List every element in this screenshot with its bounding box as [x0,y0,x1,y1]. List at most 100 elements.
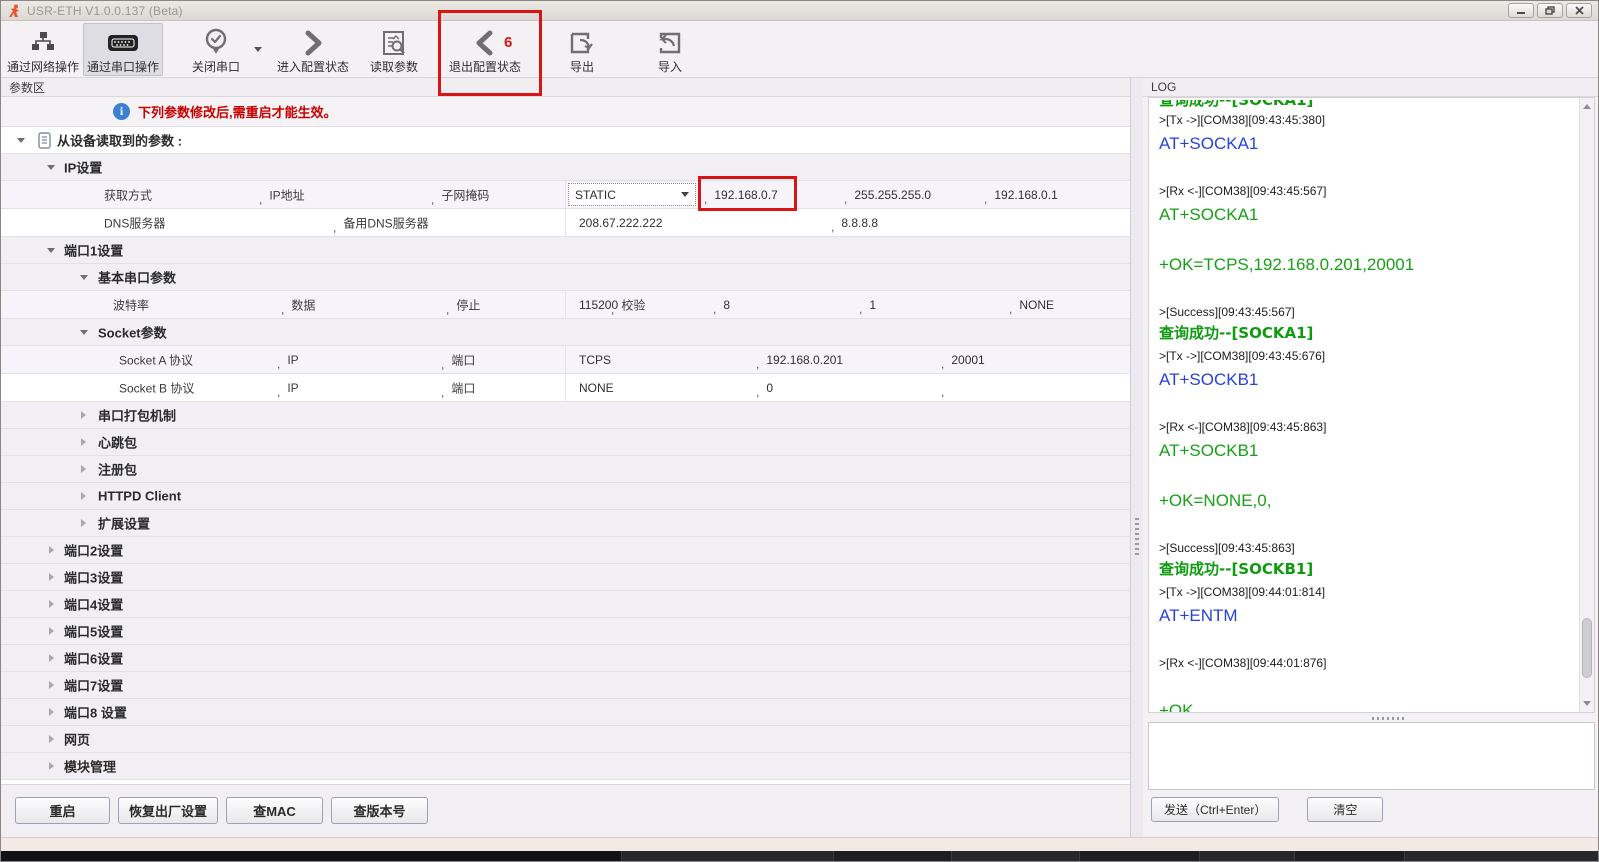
group-row-webpage[interactable]: 网页 [1,726,1130,753]
expand-arrow-icon[interactable] [49,627,54,635]
subgroup-row-serial[interactable]: 基本串口参数 [1,264,1130,291]
subgroup-row-heartbeat[interactable]: 心跳包 [1,429,1130,456]
separator: , [756,357,759,371]
ip-address-field[interactable]: ,192.168.0.7 [704,188,778,202]
parameter-actions: 重启 恢复出厂设置 查MAC 查版本号 [1,784,1130,837]
dns-field[interactable]: 208.67.222.222 [579,216,662,230]
group-row-module-mgmt[interactable]: 模块管理 [1,753,1130,780]
separator: , [431,192,434,206]
expand-arrow-icon[interactable] [49,762,54,770]
parity-field[interactable]: ,NONE [1009,298,1054,312]
subgroup-row-httpd[interactable]: HTTPD Client [1,483,1130,510]
restart-button[interactable]: 重启 [15,797,110,824]
socket-b-protocol-field[interactable]: NONE [579,381,614,395]
gateway-field[interactable]: ,192.168.0.1 [984,188,1058,202]
vertical-splitter[interactable] [1131,78,1143,837]
subgroup-row-register[interactable]: 注册包 [1,456,1130,483]
subgroup-row-extended[interactable]: 扩展设置 [1,510,1130,537]
toolbar: 通过网络操作 通过串口操作 关闭串口 进入配置状态 读取参数 [1,21,1598,78]
expand-arrow-icon[interactable] [49,546,54,554]
scroll-down-icon[interactable] [1583,701,1591,706]
toolbar-button-network-mode[interactable]: 通过网络操作 [3,23,83,76]
log-line-rx: +OK=NONE,0, [1159,491,1570,511]
tree-root-row[interactable]: 从设备读取到的参数 : [1,127,1130,154]
acquire-mode-dropdown[interactable]: STATIC [568,183,696,206]
group-row-port3[interactable]: 端口3设置 [1,564,1130,591]
expand-arrow-icon[interactable] [81,411,86,419]
close-button[interactable] [1566,3,1592,18]
query-version-button[interactable]: 查版本号 [331,797,428,824]
query-mac-button[interactable]: 查MAC [226,797,323,824]
socket-a-protocol-field[interactable]: TCPS [579,353,611,367]
data-bits-field[interactable]: ,8 [713,298,730,312]
expand-arrow-icon[interactable] [81,492,86,500]
group-row-port5[interactable]: 端口5设置 [1,618,1130,645]
socket-b-ip-field[interactable]: ,0 [756,381,773,395]
socket-a-port-field[interactable]: ,20001 [941,353,985,367]
toolbar-button-read-params[interactable]: 读取参数 [359,23,429,76]
collapse-arrow-icon[interactable] [80,275,88,280]
toolbar-button-serial-mode[interactable]: 通过串口操作 [83,23,163,76]
backup-dns-field[interactable]: ,8.8.8.8 [831,216,878,230]
stop-bits-field[interactable]: ,1 [859,298,876,312]
subgroup-row-packing[interactable]: 串口打包机制 [1,402,1130,429]
send-button[interactable]: 发送（Ctrl+Enter） [1151,797,1279,822]
toolbar-button-export[interactable]: 导出 [547,23,617,76]
separator: , [441,357,444,371]
collapse-arrow-icon[interactable] [80,330,88,335]
restore-button[interactable] [1537,3,1563,18]
expand-arrow-icon[interactable] [81,465,86,473]
scrollbar-thumb[interactable] [1582,618,1592,678]
param-label: ,IP [277,353,299,367]
log-scrollbar[interactable] [1579,98,1594,712]
param-label: ,子网掩码 [431,186,489,203]
collapse-arrow-icon[interactable] [47,165,55,170]
toolbar-button-exit-config[interactable]: 退出配置状态 [437,23,533,76]
subnet-mask-field[interactable]: ,255.255.255.0 [844,188,931,202]
group-row-port6[interactable]: 端口6设置 [1,645,1130,672]
toolbar-button-import[interactable]: 导入 [635,23,705,76]
parameter-panel-header: 参数区 [1,78,1130,97]
separator: , [844,192,847,206]
info-icon [113,103,130,120]
expand-arrow-icon[interactable] [49,573,54,581]
group-label: 端口4设置 [64,595,123,614]
log-panel-header: LOG [1143,78,1598,97]
expand-arrow-icon[interactable] [49,708,54,716]
subgroup-row-socket[interactable]: Socket参数 [1,319,1130,346]
clear-button[interactable]: 清空 [1307,797,1383,822]
log-line-meta: >[Rx <-][COM38][09:43:45:567] [1159,184,1570,199]
scroll-up-icon[interactable] [1583,104,1591,109]
expand-arrow-icon[interactable] [49,600,54,608]
close-serial-dropdown[interactable] [251,23,265,76]
socket-a-ip-field[interactable]: ,192.168.0.201 [756,353,843,367]
collapse-arrow-icon[interactable] [17,138,25,143]
send-input[interactable] [1148,722,1595,790]
factory-reset-button[interactable]: 恢复出厂设置 [118,797,218,824]
horizontal-splitter[interactable] [1148,715,1595,722]
group-row-port7[interactable]: 端口7设置 [1,672,1130,699]
log-line-rx: AT+SOCKA1 [1159,205,1570,225]
baud-rate-field[interactable]: 115200 [579,298,618,312]
expand-arrow-icon[interactable] [49,681,54,689]
expand-arrow-icon[interactable] [81,438,86,446]
group-row-ip[interactable]: IP设置 [1,154,1130,181]
group-row-port2[interactable]: 端口2设置 [1,537,1130,564]
group-row-port4[interactable]: 端口4设置 [1,591,1130,618]
collapse-arrow-icon[interactable] [47,248,55,253]
separator: , [941,357,944,371]
socket-b-port-field[interactable]: , [941,381,951,395]
expand-arrow-icon[interactable] [49,735,54,743]
toolbar-button-enter-config[interactable]: 进入配置状态 [273,23,353,76]
toolbar-button-label: 退出配置状态 [449,58,521,75]
group-row-port8[interactable]: 端口8 设置 [1,699,1130,726]
param-label: 获取方式 [104,186,152,203]
group-row-port1[interactable]: 端口1设置 [1,237,1130,264]
log-panel: LOG 查询成功--[SOCKA1] >[Tx ->][COM38][09:43… [1143,78,1598,837]
group-label: IP设置 [64,158,102,177]
expand-arrow-icon[interactable] [49,654,54,662]
expand-arrow-icon[interactable] [81,519,86,527]
minimize-button[interactable] [1508,3,1534,18]
toolbar-button-close-serial[interactable]: 关闭串口 [181,23,251,76]
separator: , [1009,302,1012,316]
